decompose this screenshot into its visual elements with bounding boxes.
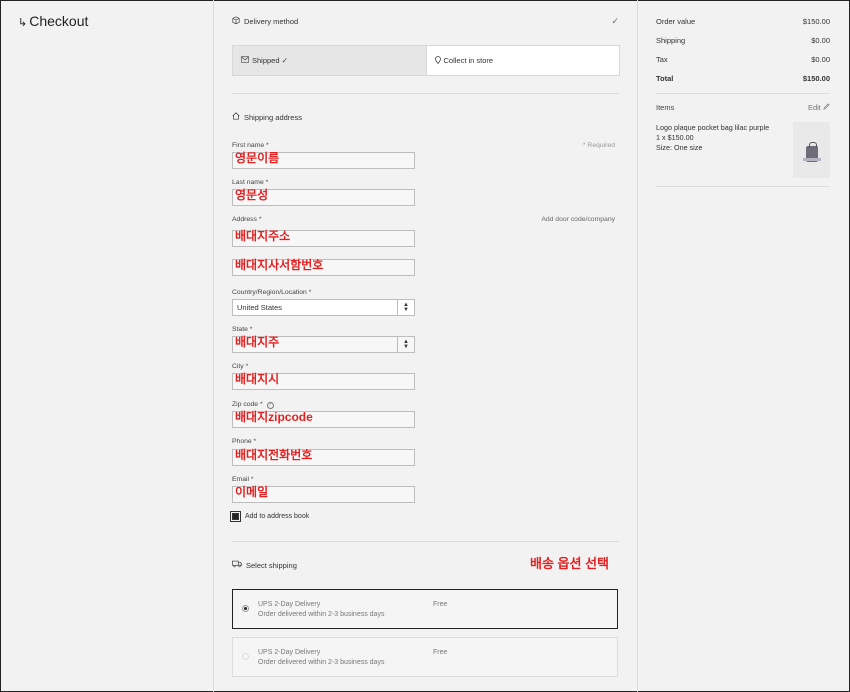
country-value: United States bbox=[237, 303, 283, 312]
left-column: ↳ Checkout bbox=[0, 0, 214, 692]
shipping-option-2-radio[interactable] bbox=[242, 653, 249, 660]
items-header: Items Edit bbox=[656, 103, 830, 112]
summary-row-tax: Tax $0.00 bbox=[656, 55, 830, 64]
box-icon bbox=[232, 16, 240, 26]
shipping-address-label: Shipping address bbox=[244, 112, 302, 122]
address-annotation: 배대지주소 bbox=[235, 229, 291, 243]
summary-row-total: Total $150.00 bbox=[656, 74, 830, 83]
zip-annotation: 배대지zipcode bbox=[235, 410, 313, 424]
checkout-form: Delivery method ✓ Shipped ✓ Collect in s… bbox=[214, 0, 638, 692]
city-annotation: 배대지시 bbox=[235, 372, 280, 386]
summary-label: Total bbox=[656, 74, 674, 83]
edit-label: Edit bbox=[807, 103, 821, 112]
summary-value: $0.00 bbox=[811, 36, 830, 45]
email-annotation: 이메일 bbox=[235, 485, 269, 499]
add-door-code-link[interactable]: Add door code/company bbox=[541, 216, 615, 223]
phone-input[interactable]: 배대지전화번호 bbox=[232, 448, 415, 466]
summary-label: Shipping bbox=[656, 36, 686, 45]
tab-shipped-label: Shipped ✓ bbox=[252, 56, 288, 65]
shipping-option-1-price: Free bbox=[433, 601, 448, 608]
select-arrows-icon: ▲ ▼ bbox=[397, 337, 414, 352]
step-complete-icon: ✓ bbox=[611, 16, 619, 26]
address2-input[interactable]: 배대지사서함번호 bbox=[232, 258, 415, 276]
shipping-option-1-radio[interactable] bbox=[242, 605, 249, 612]
country-select[interactable]: United States ▲ ▼ bbox=[232, 299, 415, 316]
add-to-address-book-row[interactable]: Add to address book bbox=[230, 511, 310, 522]
divider bbox=[232, 541, 619, 542]
shipping-option-1-desc: Order delivered within 2-3 business days bbox=[258, 611, 385, 618]
item-quantity-price: 1 x $150.00 bbox=[656, 133, 694, 142]
phone-annotation: 배대지전화번호 bbox=[235, 448, 313, 462]
divider bbox=[656, 186, 830, 187]
last-name-input[interactable]: 영문성 bbox=[232, 188, 415, 206]
divider bbox=[656, 93, 830, 94]
bag-image bbox=[803, 142, 821, 162]
add-to-address-book-checkbox[interactable] bbox=[230, 511, 241, 522]
shipping-option-2-name: UPS 2-Day Delivery bbox=[258, 649, 321, 656]
divider bbox=[232, 93, 619, 94]
zip-input[interactable]: 배대지zipcode bbox=[232, 410, 415, 428]
zip-label-text: Zip code * bbox=[232, 401, 263, 408]
items-label: Items bbox=[656, 103, 675, 112]
shipping-option-1-name: UPS 2-Day Delivery bbox=[258, 601, 321, 608]
edit-items-button[interactable]: Edit bbox=[808, 103, 830, 112]
country-label: Country/Region/Location * bbox=[232, 289, 312, 296]
add-to-address-book-label: Add to address book bbox=[245, 513, 310, 520]
summary-value: $150.00 bbox=[802, 17, 830, 26]
pencil-icon bbox=[823, 103, 830, 112]
select-arrows-icon: ▲ ▼ bbox=[397, 300, 414, 315]
required-note: * Required bbox=[582, 142, 615, 149]
select-shipping-label: Select shipping bbox=[246, 560, 297, 570]
brand-title: Checkout bbox=[29, 13, 89, 29]
first-name-input[interactable]: 영문이름 bbox=[232, 151, 415, 169]
shipping-annotation: 배송 옵션 선택 bbox=[530, 556, 609, 571]
summary-row-order-value: Order value $150.00 bbox=[656, 17, 830, 26]
brand-logo[interactable]: ↳ Checkout bbox=[18, 13, 88, 29]
city-input[interactable]: 배대지시 bbox=[232, 372, 415, 390]
shipping-option-2-desc: Order delivered within 2-3 business days bbox=[258, 659, 385, 666]
tab-collect-in-store[interactable]: Collect in store bbox=[427, 46, 620, 75]
shipping-option-1[interactable]: UPS 2-Day Delivery Order delivered withi… bbox=[232, 589, 618, 629]
delivery-method-heading: Delivery method bbox=[232, 16, 298, 26]
address2-annotation: 배대지사서함번호 bbox=[235, 258, 324, 272]
first-name-annotation: 영문이름 bbox=[235, 151, 280, 165]
select-shipping-heading: Select shipping bbox=[232, 560, 297, 570]
address-input[interactable]: 배대지주소 bbox=[232, 229, 415, 247]
email-input[interactable]: 이메일 bbox=[232, 485, 415, 503]
summary-label: Order value bbox=[656, 17, 696, 26]
tab-collect-label: Collect in store bbox=[443, 56, 494, 65]
shipping-option-2-price: Free bbox=[433, 649, 448, 656]
email-label: Email * bbox=[232, 476, 254, 483]
summary-row-shipping: Shipping $0.00 bbox=[656, 36, 830, 45]
summary-value: $0.00 bbox=[811, 55, 830, 64]
state-annotation: 배대지주 bbox=[235, 335, 280, 349]
phone-label: Phone * bbox=[232, 438, 257, 445]
house-icon bbox=[232, 112, 240, 122]
shipping-address-heading: Shipping address bbox=[232, 112, 302, 122]
summary-label: Tax bbox=[656, 55, 668, 64]
truck-icon bbox=[232, 560, 242, 570]
envelope-icon bbox=[241, 56, 249, 65]
item-thumbnail[interactable] bbox=[793, 122, 830, 178]
return-arrow-icon: ↳ bbox=[18, 17, 28, 29]
city-label: City * bbox=[232, 363, 249, 370]
location-pin-icon bbox=[434, 55, 441, 66]
order-summary: Order value $150.00 Shipping $0.00 Tax $… bbox=[638, 0, 850, 692]
state-label: State * bbox=[232, 326, 253, 333]
address-label: Address * bbox=[232, 216, 262, 223]
first-name-label: First name * bbox=[232, 142, 269, 149]
delivery-tabs: Shipped ✓ Collect in store bbox=[232, 45, 620, 76]
state-select[interactable]: 배대지주 ▲ ▼ bbox=[232, 335, 415, 353]
item-name: Logo plaque pocket bag lilac purple bbox=[656, 123, 770, 132]
delivery-method-label: Delivery method bbox=[244, 16, 299, 26]
last-name-label: Last name * bbox=[232, 179, 269, 186]
shipping-option-2[interactable]: UPS 2-Day Delivery Order delivered withi… bbox=[232, 637, 618, 677]
last-name-annotation: 영문성 bbox=[235, 188, 269, 202]
summary-value: $150.00 bbox=[802, 74, 830, 83]
item-size: Size: One size bbox=[656, 143, 703, 152]
tab-shipped[interactable]: Shipped ✓ bbox=[233, 46, 427, 75]
